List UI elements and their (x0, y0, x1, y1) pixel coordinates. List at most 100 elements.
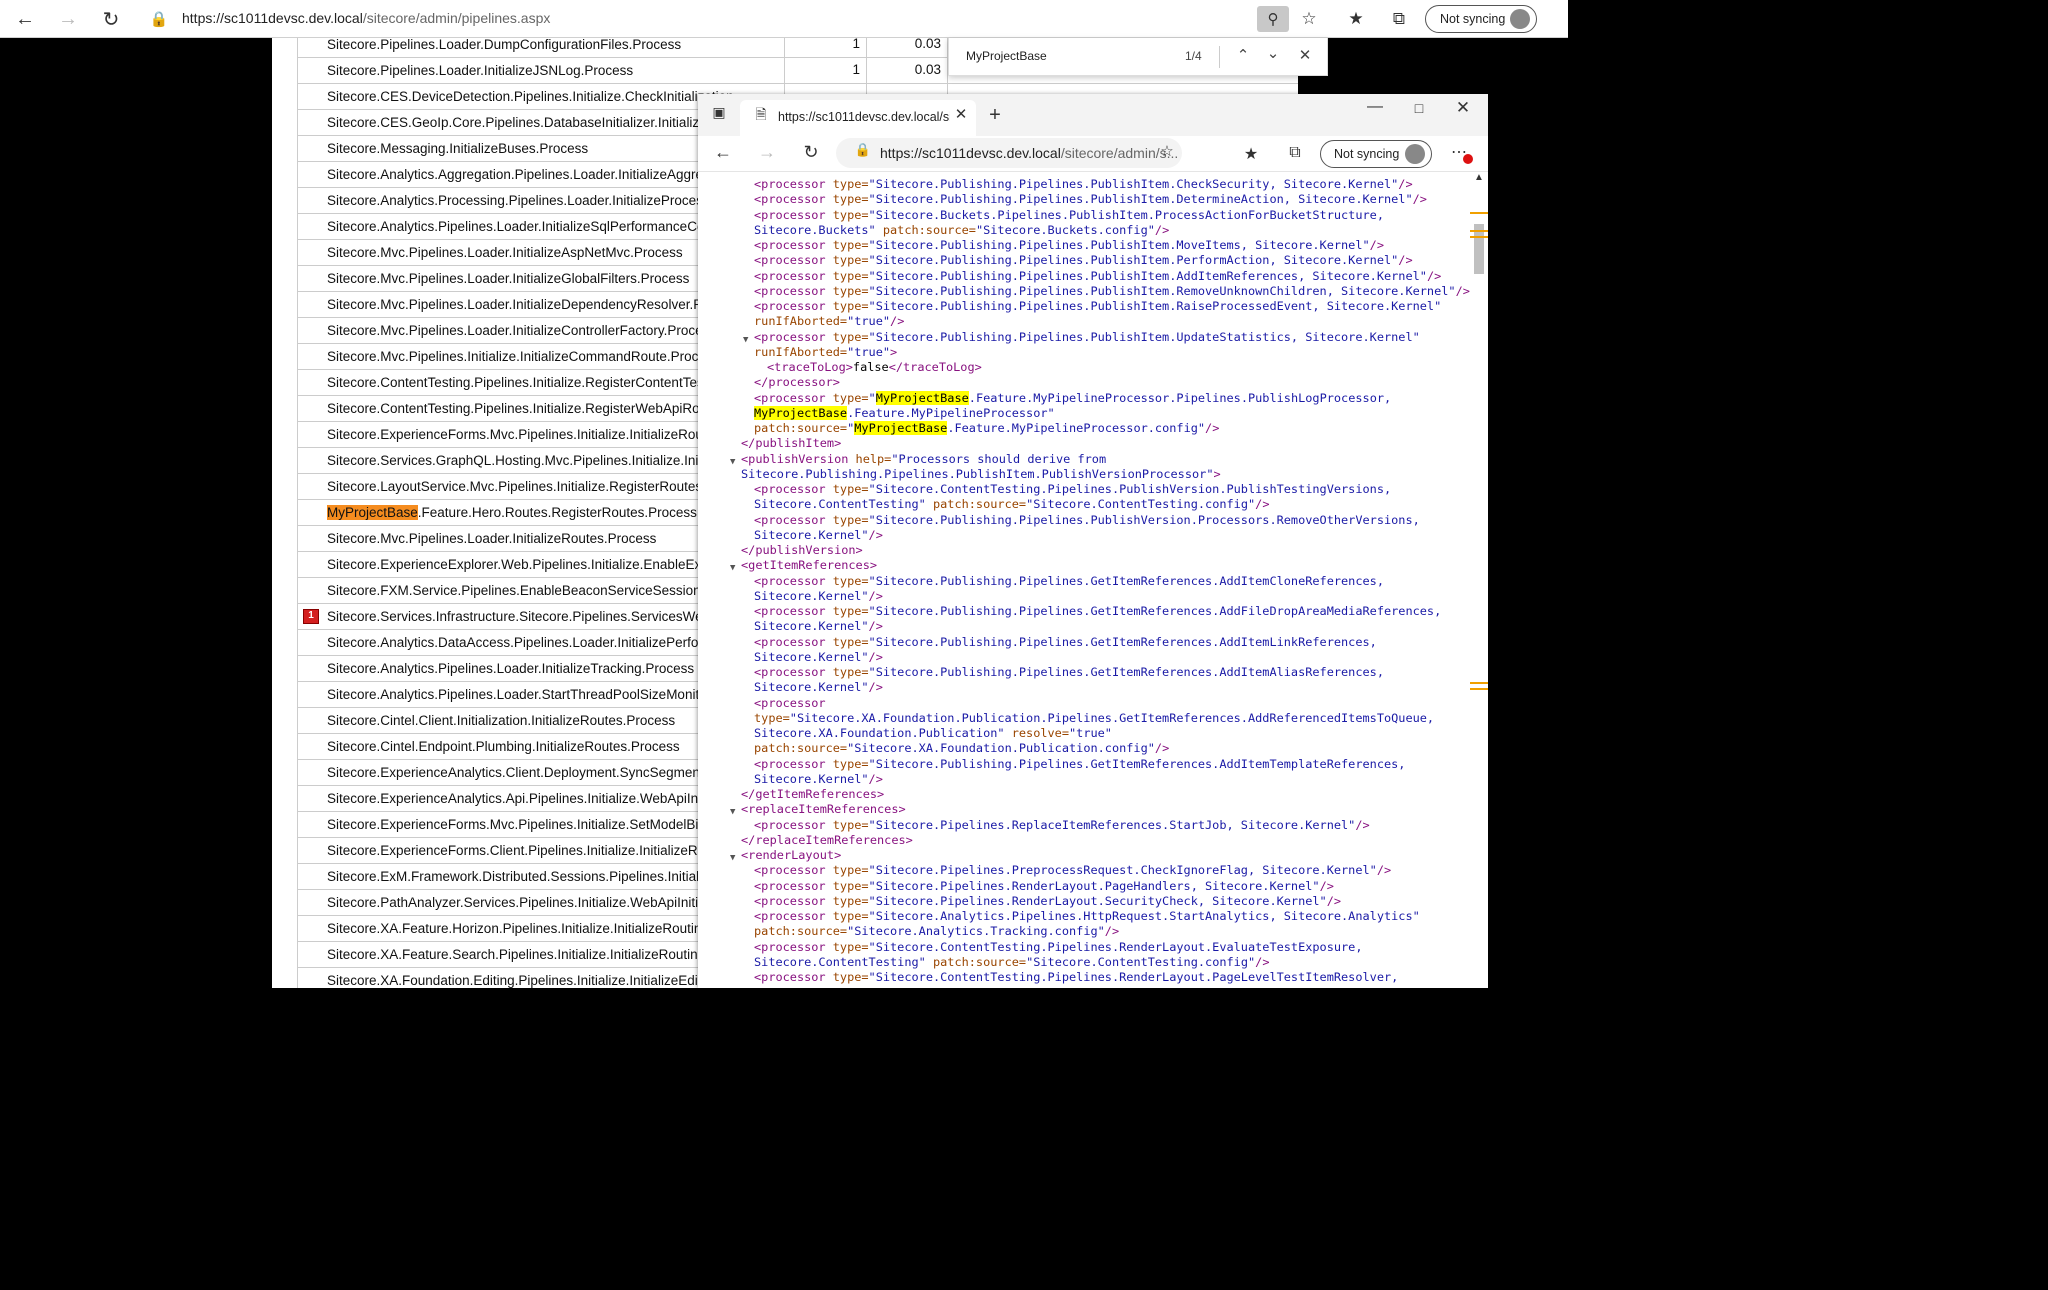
refresh-icon[interactable]: ↻ (98, 6, 124, 32)
pipeline-processor-name: Sitecore.XA.Feature.Horizon.Pipelines.In… (327, 921, 709, 936)
favorites-icon[interactable]: ★ (1343, 6, 1369, 32)
collections-icon[interactable]: ⧉ (1282, 144, 1308, 168)
find-match-count: 1/4 (1185, 49, 1202, 63)
pipeline-processor-name: Sitecore.PathAnalyzer.Services.Pipelines… (327, 895, 731, 910)
xml-line: Sitecore.ContentTesting" patch:source="S… (754, 497, 1270, 512)
xml-line: Sitecore.Buckets" patch:source="Sitecore… (754, 222, 1170, 237)
xml-line: <processor type="Sitecore.Pipelines.Rend… (754, 893, 1342, 908)
xml-line: Sitecore.Kernel"/> (754, 527, 883, 542)
find-bar: MyProjectBase 1/4 ⌃ ⌄ ✕ (948, 38, 1328, 76)
pipeline-processor-name: Sitecore.Analytics.Processing.Pipelines.… (327, 193, 728, 208)
profile-sync-button[interactable]: Not syncing (1425, 5, 1537, 33)
xml-line: <processor type="Sitecore.Pipelines.Rend… (754, 878, 1334, 893)
xml-line: <processor type="Sitecore.Publishing.Pip… (754, 665, 1384, 679)
forward-icon[interactable]: → (55, 6, 81, 32)
pipeline-processor-name: Sitecore.Analytics.Pipelines.Loader.Star… (327, 687, 712, 702)
close-tab-icon[interactable]: ✕ (948, 105, 974, 129)
new-tab-icon[interactable]: + (982, 104, 1008, 128)
tab-showconfig[interactable]: 🗎 https://sc1011devsc.dev.local/sitecore… (740, 100, 976, 136)
pipeline-processor-name: Sitecore.Analytics.Pipelines.Loader.Init… (327, 661, 695, 676)
address-text[interactable]: https://sc1011devsc.dev.local/sitecore/a… (182, 10, 550, 26)
collections-icon[interactable]: ⧉ (1386, 6, 1412, 32)
pipeline-processor-name: Sitecore.LayoutService.Mvc.Pipelines.Ini… (327, 479, 755, 494)
xml-line: <processor type="Sitecore.Publishing.Pip… (754, 299, 1442, 313)
pipeline-processor-name: Sitecore.ExperienceForms.Client.Pipeline… (327, 843, 731, 858)
xml-line: <processor type="Sitecore.Publishing.Pip… (754, 192, 1427, 207)
forward-icon[interactable]: → (754, 142, 780, 166)
xml-line: runIfAborted="true"/> (754, 314, 905, 329)
pipeline-processor-name: Sitecore.Cintel.Client.Initialization.In… (327, 713, 676, 728)
pipeline-processor-name: Sitecore.ContentTesting.Pipelines.Initia… (327, 375, 726, 390)
collapse-toggle-icon[interactable]: ▼ (730, 455, 735, 470)
xml-line: </replaceItemReferences> (741, 832, 913, 847)
pipeline-processor-name: Sitecore.XA.Foundation.Editing.Pipelines… (327, 973, 720, 988)
find-input[interactable]: MyProjectBase (966, 49, 1047, 63)
collapse-toggle-icon[interactable]: ▼ (743, 333, 748, 348)
page-icon: 🗎 (755, 106, 767, 122)
find-match-marker (1470, 688, 1488, 690)
popup-address-bar[interactable]: 🔒 https://sc1011devsc.dev.local/sitecore… (836, 138, 1182, 168)
pipeline-processor-name: Sitecore.Mvc.Pipelines.Loader.Initialize… (327, 531, 657, 546)
lock-icon[interactable]: 🔒 (146, 6, 172, 32)
favorites-icon[interactable]: ★ (1238, 144, 1264, 168)
pipeline-processor-name: Sitecore.ContentTesting.Pipelines.Initia… (327, 401, 726, 416)
collapse-toggle-icon[interactable]: ▼ (730, 805, 735, 820)
scroll-up-icon[interactable]: ▲ (1470, 172, 1488, 196)
xml-line: <processor type="Sitecore.Publishing.Pip… (754, 604, 1442, 618)
back-icon[interactable]: ← (710, 142, 736, 166)
xml-line: MyProjectBase.Feature.MyPipelineProcesso… (754, 405, 1055, 420)
chevron-up-icon[interactable]: ⌃ (1233, 46, 1253, 68)
sync-label: Not syncing (1334, 147, 1400, 161)
xml-line: patch:source="MyProjectBase.Feature.MyPi… (754, 421, 1220, 435)
pipeline-processor-name: Sitecore.FXM.Service.Pipelines.EnableBea… (327, 583, 733, 598)
xml-line: patch:source="Sitecore.XA.Foundation.Pub… (754, 741, 1170, 756)
xml-line: </publishVersion> (741, 543, 863, 557)
collapse-toggle-icon[interactable]: ▼ (730, 851, 735, 866)
pipeline-processor-name: Sitecore.Cintel.Endpoint.Plumbing.Initia… (327, 739, 680, 754)
error-icon (303, 609, 319, 624)
pipeline-processor-name: Sitecore.ExperienceAnalytics.Client.Depl… (327, 765, 711, 780)
back-icon[interactable]: ← (12, 6, 38, 32)
xml-line: Sitecore.Kernel"/> (754, 771, 883, 786)
add-favorite-icon[interactable]: ☆ (1296, 6, 1322, 32)
xml-line: <processor type="Sitecore.Publishing.Pip… (754, 512, 1420, 527)
xml-line: patch:source="Sitecore.Analytics.Trackin… (754, 924, 1120, 939)
pipeline-processor-name: Sitecore.Analytics.Pipelines.Loader.Init… (327, 219, 742, 234)
pipeline-processor-name: Sitecore.ExperienceForms.Mvc.Pipelines.I… (327, 427, 721, 442)
xml-line: <processor type="Sitecore.Publishing.Pip… (754, 238, 1384, 252)
xml-line: </publishItem> (741, 436, 842, 451)
find-match-marker (1470, 236, 1488, 238)
popup-profile-sync-button[interactable]: Not syncing (1320, 140, 1432, 168)
find-match-marker (1470, 212, 1488, 214)
vertical-scrollbar[interactable]: ▲ (1470, 172, 1488, 988)
window-titlebar: ▣ 🗎 https://sc1011devsc.dev.local/siteco… (698, 94, 1488, 136)
pipeline-processor-name: Sitecore.CES.DeviceDetection.Pipelines.I… (327, 89, 734, 104)
add-favorite-icon[interactable]: ☆ (1154, 142, 1180, 166)
xml-line: Sitecore.Kernel"/> (754, 680, 883, 695)
collapse-toggle-icon[interactable]: ▼ (730, 561, 735, 576)
lock-icon: 🔒 (854, 142, 872, 157)
pipeline-processor-name: Sitecore.Pipelines.Loader.DumpConfigurat… (327, 38, 682, 52)
close-icon[interactable]: ✕ (1295, 46, 1315, 68)
xml-config-view: <processor type="Sitecore.Publishing.Pip… (698, 172, 1470, 988)
xml-line: <processor type="Sitecore.Publishing.Pip… (754, 283, 1470, 298)
xml-line: <renderLayout> (741, 848, 842, 862)
find-match-marker (1470, 682, 1488, 684)
maximize-icon[interactable]: □ (1406, 100, 1432, 124)
find-in-page-toggle[interactable]: ⚲ (1257, 6, 1289, 32)
calls-cell: 1 (784, 38, 866, 57)
xml-line: <processor type="Sitecore.Publishing.Pip… (754, 573, 1384, 588)
pipeline-processor-name: Sitecore.Mvc.Pipelines.Loader.Initialize… (327, 271, 690, 286)
minimize-icon[interactable]: — (1362, 98, 1388, 122)
xml-line: <processor type="Sitecore.Analytics.Pipe… (754, 909, 1420, 923)
popup-address-text[interactable]: https://sc1011devsc.dev.local/sitecore/a… (880, 145, 1178, 161)
close-window-icon[interactable]: ✕ (1450, 98, 1476, 122)
xml-line: Sitecore.XA.Foundation.Publication" reso… (754, 726, 1112, 740)
xml-line: <processor type="Sitecore.ContentTesting… (754, 482, 1392, 496)
refresh-icon[interactable]: ↻ (798, 142, 824, 166)
pipeline-processor-name: Sitecore.Analytics.Aggregation.Pipelines… (327, 167, 740, 182)
find-match-highlight: MyProjectBase (875, 390, 969, 405)
tab-actions-icon[interactable]: ▣ (706, 104, 732, 128)
xml-line: <processor type="Sitecore.Pipelines.Repl… (754, 817, 1370, 832)
chevron-down-icon[interactable]: ⌄ (1263, 44, 1283, 66)
